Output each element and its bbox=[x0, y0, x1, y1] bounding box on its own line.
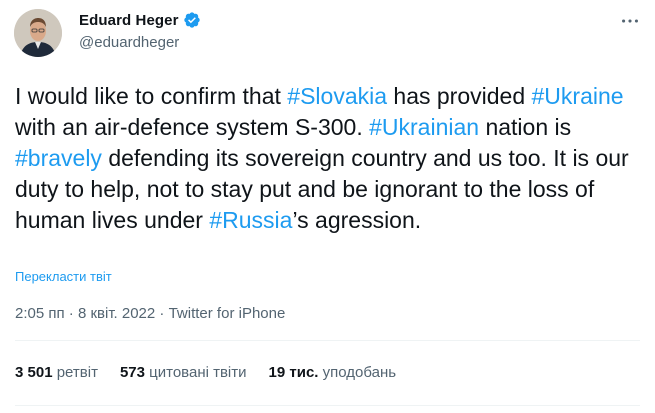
author-handle[interactable]: @eduardheger bbox=[79, 34, 179, 51]
quote-tweets-stat[interactable]: 573 цитовані твіти bbox=[120, 364, 247, 381]
author-name-row: Eduard Heger bbox=[79, 11, 201, 29]
verified-badge-icon bbox=[183, 11, 201, 29]
meta-separator: · bbox=[159, 305, 165, 322]
translate-tweet-link[interactable]: Перекласти твіт bbox=[15, 269, 112, 284]
tweet-date[interactable]: 8 квіт. 2022 bbox=[78, 305, 155, 322]
retweets-stat[interactable]: 3 501 ретвіт bbox=[15, 364, 98, 381]
tweet-text-segment: ’s agression. bbox=[292, 207, 422, 233]
likes-stat[interactable]: 19 тис. уподобань bbox=[269, 364, 397, 381]
quote-tweets-label: цитовані твіти bbox=[149, 364, 247, 381]
more-options-icon[interactable] bbox=[619, 10, 641, 32]
hashtag-link[interactable]: #bravely bbox=[15, 145, 102, 171]
retweets-count: 3 501 bbox=[15, 364, 53, 381]
divider bbox=[15, 340, 640, 341]
tweet-text-segment: has provided bbox=[387, 83, 532, 109]
tweet-text-segment: nation is bbox=[479, 114, 578, 140]
tweet-source[interactable]: Twitter for iPhone bbox=[169, 305, 286, 322]
tweet-stats: 3 501 ретвіт 573 цитовані твіти 19 тис. … bbox=[15, 364, 396, 381]
likes-count: 19 тис. bbox=[268, 364, 319, 381]
tweet-card: Eduard Heger @eduardheger I would like t… bbox=[0, 0, 655, 413]
likes-label: уподобань bbox=[322, 364, 397, 381]
author-display-name[interactable]: Eduard Heger bbox=[79, 12, 179, 29]
hashtag-link[interactable]: #Ukrainian bbox=[369, 114, 479, 140]
retweets-label: ретвіт bbox=[56, 364, 98, 381]
tweet-text-segment: I would like to confirm that bbox=[15, 83, 288, 109]
tweet-text: I would like to confirm that #Slovakia h… bbox=[15, 81, 635, 236]
avatar[interactable] bbox=[14, 9, 62, 57]
avatar-image bbox=[14, 9, 62, 57]
quote-tweets-count: 573 bbox=[119, 364, 145, 381]
tweet-time[interactable]: 2:05 пп bbox=[15, 305, 65, 322]
meta-separator: · bbox=[68, 305, 74, 322]
hashtag-link[interactable]: #Russia bbox=[209, 207, 292, 233]
divider bbox=[15, 405, 640, 406]
tweet-meta: 2:05 пп · 8 квіт. 2022 · Twitter for iPh… bbox=[15, 305, 285, 322]
hashtag-link[interactable]: #Ukraine bbox=[532, 83, 624, 109]
hashtag-link[interactable]: #Slovakia bbox=[287, 83, 387, 109]
